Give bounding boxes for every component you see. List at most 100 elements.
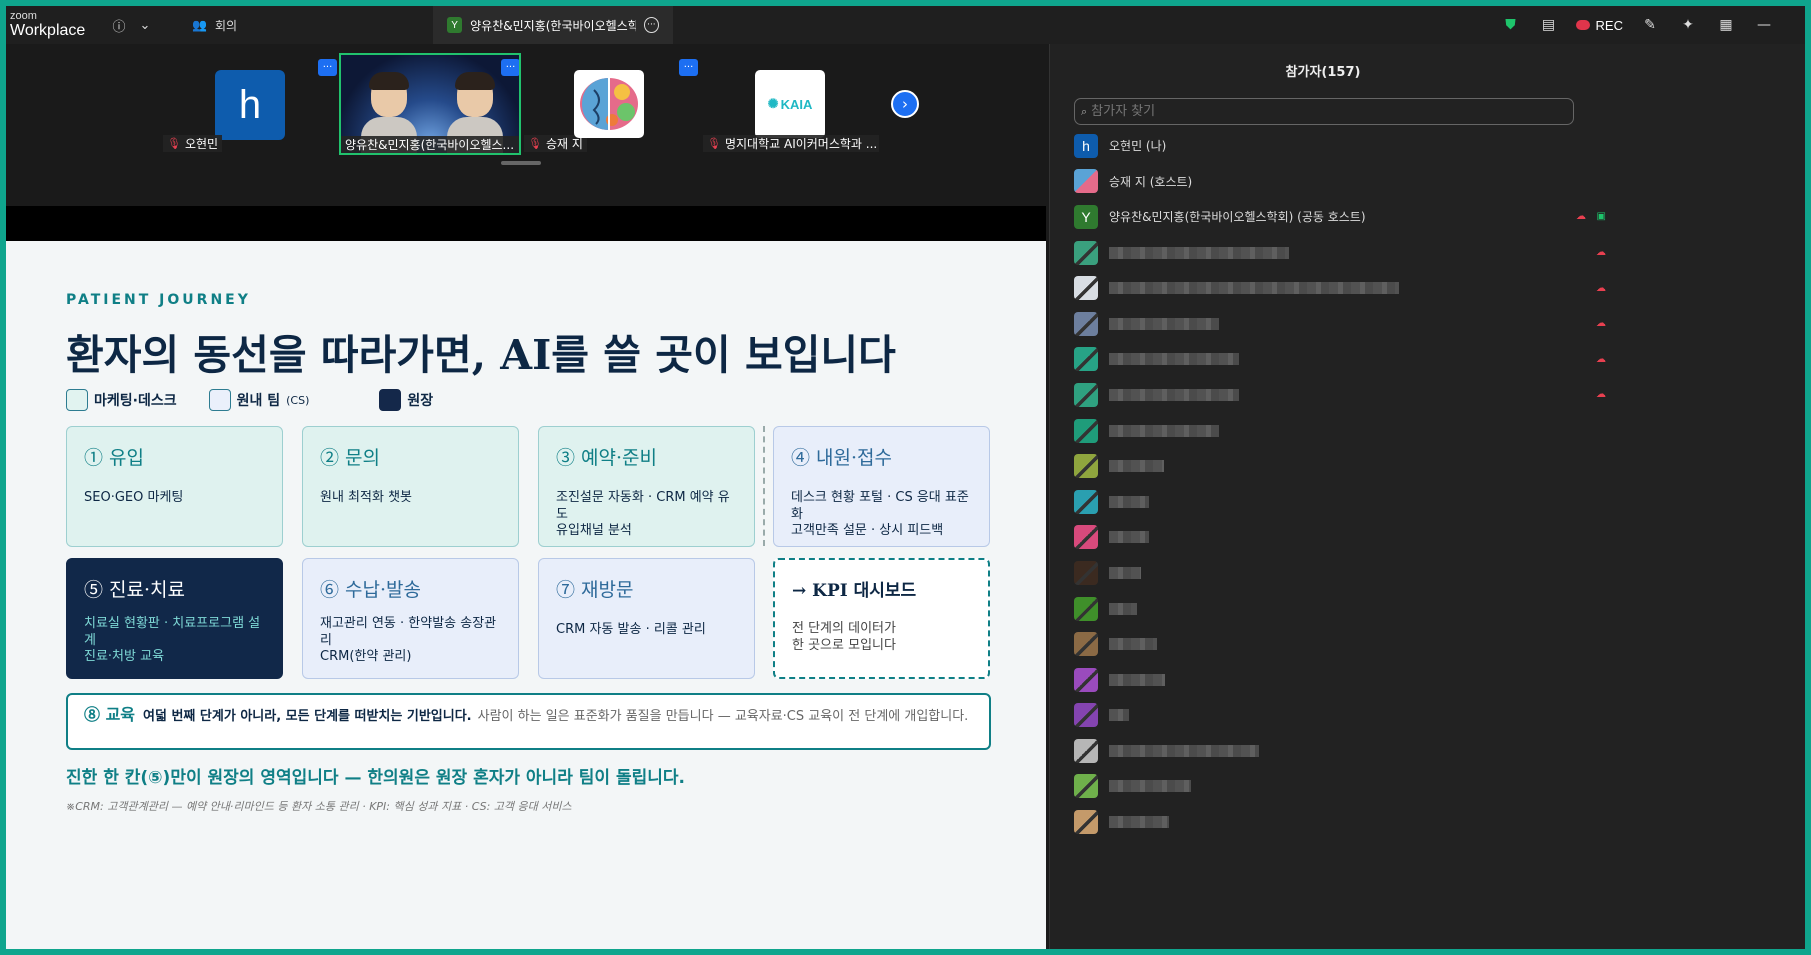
next-page-button[interactable]: ›: [891, 90, 919, 118]
video-strip: h 🎙 오현민 ··· ··· 양유찬&민지홍(한국바이오헬스... 🎙 승재 …: [6, 44, 1046, 206]
mic-muted-icon: 🎙: [707, 137, 721, 150]
legend-label-small: (CS): [286, 393, 310, 407]
kaia-logo-avatar[interactable]: ✺ KAIA: [755, 70, 825, 138]
journey-card-4: ④ 내원·접수 데스크 현황 포털 · CS 응대 표준화 고객만족 설문 · …: [773, 426, 990, 547]
tile-name: 양유찬&민지홍(한국바이오헬스...: [345, 138, 515, 152]
brain-avatar[interactable]: [574, 70, 644, 138]
notes-icon[interactable]: ▤: [1538, 12, 1560, 38]
chevron-down-icon[interactable]: ⌄: [132, 12, 158, 38]
participant-row[interactable]: 승재 지 (호스트): [1074, 164, 1594, 200]
minimize-icon[interactable]: —: [1753, 12, 1775, 38]
participant-row-blurred[interactable]: ☁: [1074, 306, 1606, 342]
blurred-name: [1109, 638, 1157, 651]
legend-label: 원장: [407, 393, 434, 409]
avatar: [1074, 240, 1098, 265]
people-icon: 👥: [192, 18, 207, 32]
card-desc: 조진설문 자동화 · CRM 예약 유도 유입채널 분석: [556, 490, 730, 539]
chevron-right-icon: ›: [902, 95, 908, 113]
tile-more-button[interactable]: ···: [679, 59, 698, 76]
participant-row-blurred[interactable]: [1074, 662, 1594, 698]
participant-row-blurred[interactable]: [1074, 698, 1594, 734]
journey-card-1: ① 유입 SEO·GEO 마케팅: [66, 426, 283, 547]
search-input[interactable]: [1091, 104, 1542, 119]
card-desc: 데스크 현황 포털 · CS 응대 표준화 고객만족 설문 · 상시 피드백: [791, 490, 969, 539]
blurred-name: [1109, 353, 1239, 366]
participant-name-tag: 🎙 오현민: [163, 135, 223, 152]
participant-search[interactable]: ⌕: [1074, 98, 1574, 125]
avatar: [1074, 596, 1098, 621]
participant-name: 오현민 (나): [1109, 139, 1167, 154]
participant-row-blurred[interactable]: ☁: [1074, 235, 1606, 271]
zoom-window: zoom Workplace ⓘ ⌄ 👥 회의 Y 양유찬&민지홍(한국바이오헬…: [6, 6, 1805, 949]
tile-name: 오현민: [184, 137, 219, 151]
blurred-name: [1109, 495, 1149, 508]
screen-share-icon: ▣: [1596, 211, 1606, 223]
active-speaker-video[interactable]: ··· 양유찬&민지홍(한국바이오헬스...: [339, 53, 521, 155]
cloud-record-icon: ☁: [1596, 282, 1606, 294]
legend-director: 원장: [379, 389, 433, 411]
participant-row-blurred[interactable]: [1074, 804, 1594, 840]
ai-companion-icon[interactable]: ✦: [1677, 12, 1699, 38]
participant-row[interactable]: Y 양유찬&민지홍(한국바이오헬스학회) (공동 호스트) ☁ ▣: [1074, 199, 1606, 235]
cloud-record-icon: [1575, 20, 1590, 30]
brain-avatar: [1074, 169, 1098, 194]
avatar[interactable]: h: [215, 70, 285, 140]
blurred-name: [1109, 816, 1169, 829]
tile-more-button[interactable]: ···: [501, 59, 519, 76]
participant-row-blurred[interactable]: [1074, 520, 1594, 556]
shield-icon[interactable]: ⛊: [1500, 12, 1522, 38]
slide-footnote: ※CRM: 고객관계관리 — 예약 안내·리마인드 등 환자 소통 관리 · K…: [66, 800, 572, 813]
card-desc: CRM 자동 발송 · 리콜 관리: [556, 622, 706, 637]
legend-swatch: [208, 389, 231, 411]
participant-row-blurred[interactable]: ☁: [1074, 270, 1606, 306]
participant-row-blurred[interactable]: ☁: [1074, 377, 1606, 413]
cloud-record-icon: ☁: [1596, 389, 1606, 401]
participant-row-blurred[interactable]: ☁: [1074, 342, 1606, 378]
record-button[interactable]: REC: [1575, 18, 1623, 33]
tab-screen-share[interactable]: Y 양유찬&민지홍(한국바이오헬스학회) ···: [433, 6, 673, 44]
blurred-name: [1109, 780, 1191, 793]
participant-row-blurred[interactable]: [1074, 484, 1594, 520]
participant-row-blurred[interactable]: [1074, 733, 1594, 769]
blurred-name: [1109, 602, 1137, 615]
participant-row-blurred[interactable]: [1074, 448, 1594, 484]
blurred-name: [1109, 744, 1259, 757]
participant-row[interactable]: h 오현민 (나): [1074, 128, 1594, 164]
card-desc: 치료실 현황판 · 치료프로그램 설계 진료·처방 교육: [84, 616, 261, 665]
tile-more-button[interactable]: ···: [318, 59, 337, 76]
card-title: → KPI 대시보드: [792, 581, 917, 601]
cloud-record-icon: ☁: [1596, 318, 1606, 330]
participant-row-blurred[interactable]: [1074, 555, 1594, 591]
apps-icon[interactable]: ▦: [1715, 12, 1737, 38]
slide-closing: 진한 한 칸(⑤)만이 원장의 영역입니다 — 한의원은 원장 혼자가 아니라 …: [66, 768, 685, 788]
more-options-icon[interactable]: ···: [643, 17, 659, 33]
info-icon[interactable]: ⓘ: [106, 12, 132, 38]
slide-eyebrow: PATIENT JOURNEY: [66, 292, 251, 308]
legend-label: 마케팅·데스크: [94, 393, 177, 409]
participant-row-blurred[interactable]: [1074, 626, 1594, 662]
card-desc: 원내 최적화 챗봇: [320, 490, 412, 505]
annotate-icon[interactable]: ✎: [1639, 12, 1661, 38]
participant-row-blurred[interactable]: [1074, 413, 1594, 449]
participant-row-blurred[interactable]: [1074, 769, 1594, 805]
brand-bottom: Workplace: [10, 22, 86, 39]
journey-card-2: ② 문의 원내 최적화 챗봇: [302, 426, 519, 547]
avatar: [1074, 489, 1098, 514]
strip-resize-handle[interactable]: [501, 161, 541, 165]
share-avatar: Y: [447, 17, 463, 33]
avatar: [1074, 667, 1098, 692]
cloud-record-icon: ☁: [1576, 211, 1586, 223]
avatar: [1074, 703, 1098, 728]
education-banner: ⑧ 교육 여덟 번째 단계가 아니라, 모든 단계를 떠받치는 기반입니다. 사람이…: [66, 693, 991, 750]
participant-row-blurred[interactable]: [1074, 591, 1594, 627]
journey-card-3: ③ 예약·준비 조진설문 자동화 · CRM 예약 유도 유입채널 분석: [538, 426, 755, 547]
tab-meeting[interactable]: 👥 회의: [178, 6, 433, 44]
card-title: ② 문의: [320, 447, 380, 469]
blurred-name: [1109, 424, 1219, 437]
card-title: ① 유입: [84, 447, 144, 469]
blurred-name: [1109, 388, 1239, 401]
share-tab-title: 양유찬&민지홍(한국바이오헬스학회): [470, 18, 636, 33]
brand-top: zoom: [10, 10, 37, 22]
journey-card-5: ⑤ 진료·치료 치료실 현황판 · 치료프로그램 설계 진료·처방 교육: [66, 558, 283, 679]
legend-swatch: [379, 389, 402, 411]
